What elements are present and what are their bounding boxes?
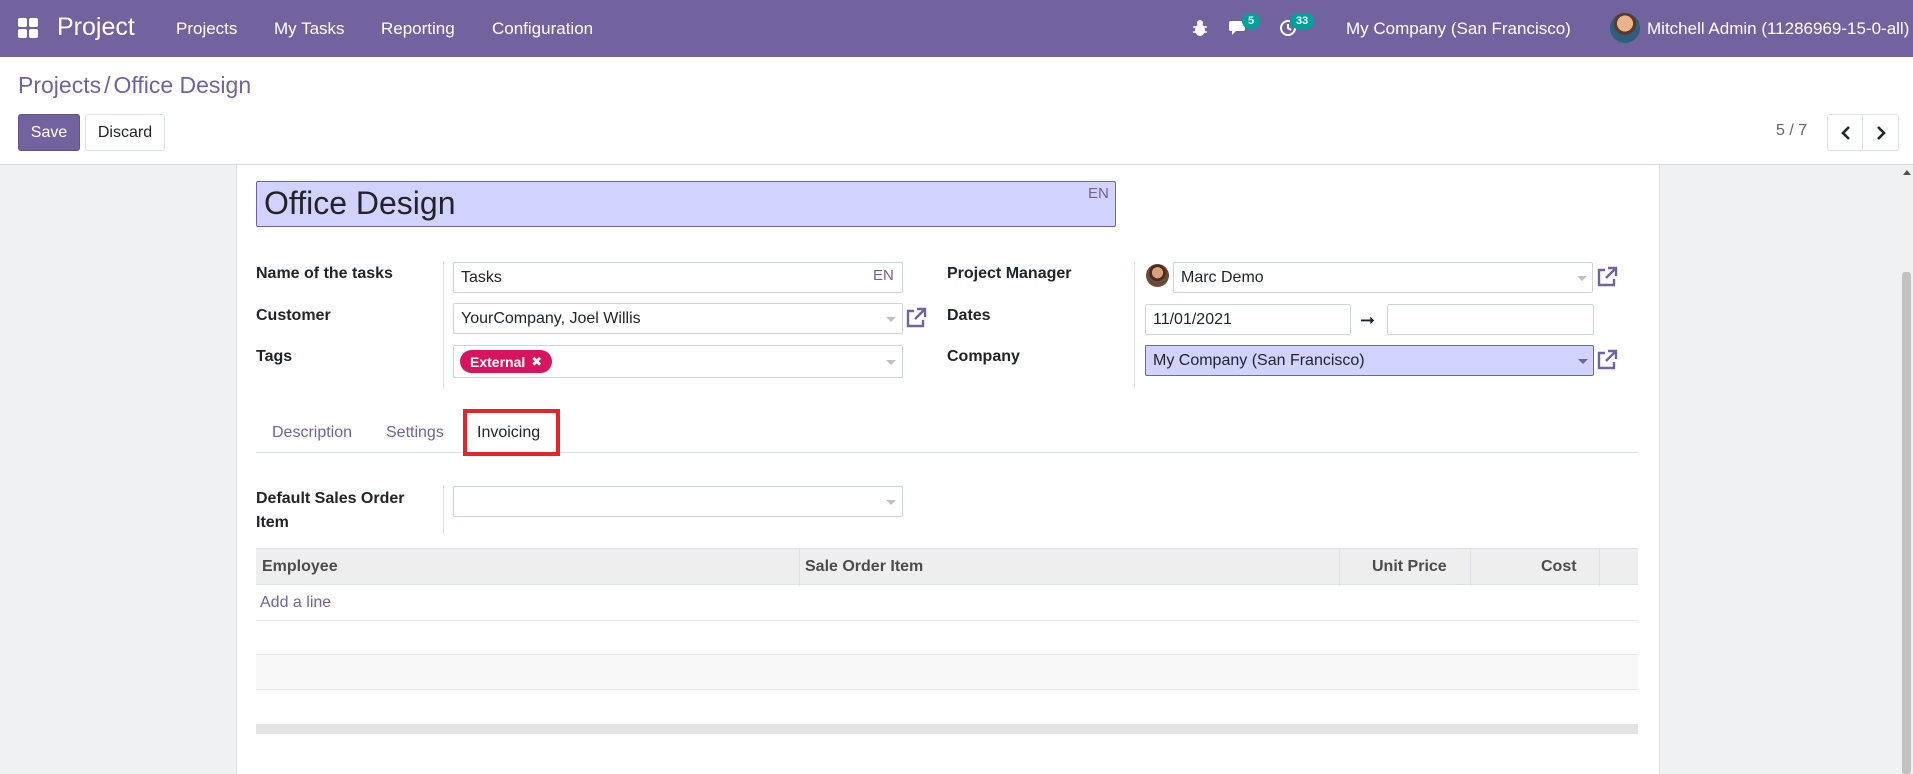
company-external-link-icon[interactable] — [1595, 348, 1619, 372]
top-navbar: Project Projects My Tasks Reporting Conf… — [0, 0, 1913, 57]
column-separator — [1470, 549, 1471, 586]
tags-dropdown-icon[interactable] — [886, 360, 896, 365]
customer-external-link-icon[interactable] — [904, 306, 928, 330]
column-separator — [1599, 549, 1600, 586]
chevron-right-icon — [1876, 125, 1886, 140]
table-row-divider — [256, 620, 1638, 621]
table-row-divider — [256, 689, 1638, 690]
breadcrumb-current: Office Design — [113, 72, 252, 98]
user-menu[interactable]: Mitchell Admin (11286969-15-0-all) — [1647, 19, 1909, 39]
scroll-up-arrow-icon[interactable] — [1903, 170, 1911, 175]
manager-external-link-icon[interactable] — [1595, 265, 1619, 289]
customer-dropdown-icon[interactable] — [886, 317, 896, 322]
project-title-input[interactable]: Office Design — [256, 181, 1116, 227]
dates-label: Dates — [947, 307, 991, 324]
tab-settings[interactable]: Settings — [386, 424, 444, 442]
date-range-arrow-icon: ➞ — [1360, 310, 1376, 330]
date-end-input[interactable] — [1387, 304, 1594, 335]
breadcrumb-projects-link[interactable]: Projects — [18, 72, 101, 98]
company-dropdown-icon[interactable] — [1578, 359, 1588, 364]
menu-projects[interactable]: Projects — [176, 19, 237, 39]
menu-my-tasks[interactable]: My Tasks — [274, 19, 345, 39]
tab-description[interactable]: Description — [272, 424, 352, 442]
scrollbar-thumb[interactable] — [1902, 272, 1911, 774]
pager-next-button[interactable] — [1862, 114, 1899, 151]
user-avatar[interactable] — [1610, 13, 1640, 43]
messages-badge: 5 — [1242, 13, 1261, 29]
customer-label: Customer — [256, 307, 331, 324]
breadcrumb: Projects / Office Design — [18, 72, 251, 99]
tab-invoicing[interactable]: Invoicing — [477, 424, 540, 442]
default-so-item-label-line2: Item — [256, 514, 289, 531]
control-panel: Projects / Office Design Save Discard 5 / … — [0, 57, 1913, 165]
table-row-divider — [256, 654, 1638, 655]
bug-icon[interactable] — [1192, 19, 1208, 37]
menu-reporting[interactable]: Reporting — [381, 19, 455, 39]
company-switcher[interactable]: My Company (San Francisco) — [1346, 19, 1571, 39]
title-language-button[interactable]: EN — [1088, 185, 1109, 202]
so-item-divider — [443, 486, 444, 534]
breadcrumb-separator: / — [104, 72, 111, 98]
left-group-divider — [443, 262, 444, 388]
manager-avatar — [1146, 264, 1169, 287]
so-item-dropdown-icon[interactable] — [886, 500, 896, 505]
column-separator — [1339, 549, 1340, 586]
column-sale-order-item[interactable]: Sale Order Item — [805, 558, 923, 576]
table-footer — [256, 724, 1638, 734]
tag-remove-icon[interactable]: ✖ — [531, 354, 542, 370]
tag-external[interactable]: External ✖ — [460, 350, 553, 373]
tags-label: Tags — [256, 348, 293, 365]
table-empty-row — [256, 655, 1638, 689]
save-button[interactable]: Save — [18, 114, 80, 151]
name-of-tasks-label: Name of the tasks — [256, 265, 393, 282]
tag-external-label: External — [470, 353, 526, 370]
customer-select[interactable]: YourCompany, Joel Willis — [453, 303, 903, 334]
pager-previous-button[interactable] — [1827, 114, 1864, 151]
app-brand[interactable]: Project — [57, 13, 135, 42]
column-unit-price[interactable]: Unit Price — [1372, 558, 1447, 576]
pager-value: 5 / 7 — [1776, 122, 1808, 139]
company-label: Company — [947, 348, 1020, 365]
activities-badge: 33 — [1290, 13, 1315, 29]
column-cost[interactable]: Cost — [1541, 558, 1577, 576]
default-so-item-label-line1: Default Sales Order — [256, 490, 405, 507]
menu-configuration[interactable]: Configuration — [492, 19, 593, 39]
apps-menu-icon[interactable] — [18, 18, 38, 38]
project-manager-select[interactable]: Marc Demo — [1173, 262, 1593, 293]
add-a-line-link[interactable]: Add a line — [260, 594, 331, 612]
default-so-item-select[interactable] — [453, 486, 903, 517]
company-select[interactable]: My Company (San Francisco) — [1145, 345, 1594, 376]
chevron-left-icon — [1840, 125, 1850, 140]
employee-mapping-table-header: Employee Sale Order Item Unit Price Cost — [256, 548, 1638, 586]
column-separator — [799, 549, 800, 586]
project-manager-label: Project Manager — [947, 265, 1072, 282]
right-group-divider — [1134, 262, 1135, 388]
tasks-language-button[interactable]: EN — [873, 267, 894, 284]
name-of-tasks-input[interactable]: Tasks — [453, 262, 903, 293]
date-start-input[interactable]: 11/01/2021 — [1145, 304, 1351, 335]
column-employee[interactable]: Employee — [262, 558, 338, 576]
discard-button[interactable]: Discard — [85, 114, 165, 151]
project-manager-dropdown-icon[interactable] — [1577, 276, 1587, 281]
